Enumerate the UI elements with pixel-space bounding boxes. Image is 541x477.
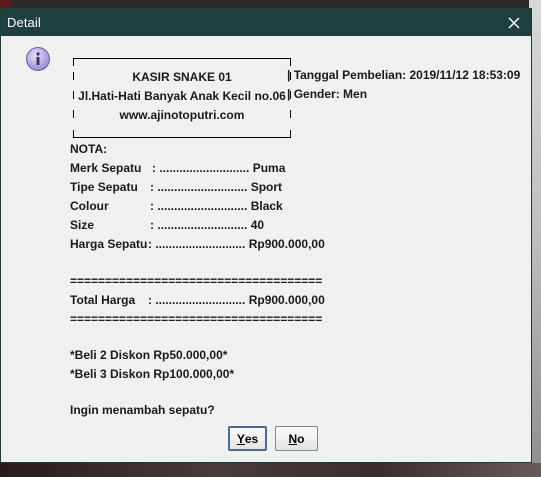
nota-label: Harga Sepatu	[70, 237, 148, 251]
window-title: Detail	[7, 15, 41, 30]
close-button[interactable]	[497, 9, 531, 36]
nota-separator: : ...........................	[148, 237, 246, 251]
nota-value: 40	[250, 218, 265, 232]
nota-row-colour: Colour : ........................... Blac…	[70, 199, 283, 213]
nota-separator: : ...........................	[152, 161, 250, 175]
separator-bottom: ====================================	[70, 312, 323, 326]
yes-button[interactable]: Yes	[228, 426, 267, 451]
nota-value: Rp900.000,00	[248, 237, 325, 251]
dialog-content: KASIR SNAKE 01 Jl.Hati-Hati Banyak Anak …	[1, 36, 531, 462]
nota-label: Colour	[70, 199, 109, 213]
no-button[interactable]: No	[275, 426, 318, 451]
nota-row-size: Size : ........................... 40	[70, 218, 264, 232]
nota-label: Merk Sepatu	[70, 161, 142, 175]
nota-separator: : ...........................	[150, 218, 248, 232]
no-mnemonic: N	[288, 431, 298, 446]
discount-note: *Beli 3 Diskon Rp100.000,00*	[70, 367, 235, 381]
discount-note: *Beli 2 Diskon Rp50.000,00*	[70, 348, 228, 362]
info-icon	[26, 47, 50, 71]
nota-label: Size	[70, 218, 95, 232]
nota-value: Sport	[250, 180, 283, 194]
detail-dialog: Detail KASIR SNAKE 01 Jl.Hati-Hati Banya…	[0, 8, 532, 463]
total-value: Rp900.000,00	[248, 293, 325, 307]
purchase-date: | Tanggal Pembelian: 2019/11/12 18:53:09	[287, 68, 521, 82]
total-label: Total Harga	[70, 293, 136, 307]
nota-row-tipe: Tipe Sepatu : ...........................…	[70, 180, 282, 194]
store-header-box: KASIR SNAKE 01 Jl.Hati-Hati Banyak Anak …	[73, 58, 291, 138]
nota-separator: : ...........................	[150, 180, 248, 194]
store-name: KASIR SNAKE 01	[132, 70, 232, 84]
no-label: o	[297, 431, 305, 446]
nota-value: Puma	[252, 161, 286, 175]
nota-row-harga: Harga Sepatu: ..........................…	[70, 237, 325, 251]
close-icon	[508, 17, 520, 28]
nota-separator: : ...........................	[150, 199, 248, 213]
nota-heading: NOTA:	[70, 142, 108, 156]
total-row: Total Harga : ...........................…	[70, 293, 325, 307]
yes-mnemonic: Y	[236, 431, 245, 446]
nota-row-merk: Merk Sepatu : ...........................…	[70, 161, 285, 175]
separator-top: ====================================	[70, 274, 323, 288]
nota-label: Tipe Sepatu	[70, 180, 138, 194]
nota-value: Black	[250, 199, 283, 213]
desktop-background-bottom	[0, 463, 541, 477]
yes-label: es	[244, 431, 259, 446]
question-text: Ingin menambah sepatu?	[70, 403, 215, 417]
customer-gender: | Gender: Men	[287, 87, 368, 101]
title-bar[interactable]: Detail	[1, 9, 531, 36]
total-separator: : ...........................	[148, 293, 246, 307]
store-address: Jl.Hati-Hati Banyak Anak Kecil no.06	[78, 89, 286, 103]
store-website: www.ajinotoputri.com	[119, 108, 245, 122]
